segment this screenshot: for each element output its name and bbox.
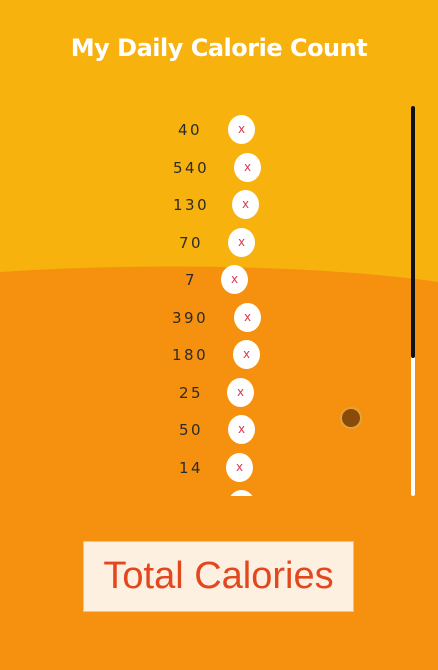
remove-entry-button[interactable]: x (227, 377, 254, 407)
calorie-entry: 540 x (150, 152, 280, 183)
total-calories-button[interactable]: Total Calories (83, 541, 354, 612)
calorie-entry: 50 x (150, 415, 280, 445)
calorie-entry: 14 x (150, 452, 280, 483)
page-title: My Daily Calorie Count (70, 34, 368, 62)
calorie-entry: 70 x (150, 227, 280, 258)
remove-entry-button[interactable]: x (226, 452, 253, 482)
calorie-value: 390 (172, 308, 209, 327)
calorie-value: 50 (179, 421, 204, 439)
remove-entry-button[interactable]: x (228, 490, 255, 496)
calorie-value: 25 (179, 383, 204, 402)
calorie-value: 130 (173, 196, 210, 214)
scrollbar-thumb[interactable] (411, 106, 415, 358)
calorie-entry: 180 x (150, 340, 280, 370)
calorie-entry: 40 x (150, 115, 280, 145)
calorie-entry: 60 x (150, 490, 280, 496)
remove-entry-button[interactable]: x (228, 115, 255, 144)
calorie-value: 14 (179, 458, 204, 477)
remove-entry-button[interactable]: x (234, 152, 261, 182)
calorie-value: 540 (173, 158, 210, 177)
remove-entry-button[interactable]: x (232, 190, 259, 219)
calorie-entry: 25 x (150, 377, 280, 408)
scrollbar-track[interactable] (411, 106, 415, 496)
calorie-value: 180 (172, 346, 209, 364)
calorie-list[interactable]: 40x540x130x70x7x390x180x25x50x14x60x (150, 106, 280, 496)
calorie-entry: 7x (150, 265, 280, 295)
cursor-dot (340, 407, 362, 429)
calorie-value: 40 (178, 121, 203, 139)
remove-entry-button[interactable]: x (233, 340, 260, 369)
remove-entry-button[interactable]: x (228, 415, 255, 444)
calorie-entry: 130 x (150, 190, 280, 220)
remove-entry-button[interactable]: x (234, 302, 261, 332)
calorie-value: 60 (179, 494, 203, 496)
calorie-value: 7 (185, 271, 198, 289)
remove-entry-button[interactable]: x (228, 227, 255, 257)
calorie-entry: 390 x (150, 302, 280, 333)
remove-entry-button[interactable]: x (221, 265, 248, 294)
calorie-value: 70 (179, 233, 204, 252)
